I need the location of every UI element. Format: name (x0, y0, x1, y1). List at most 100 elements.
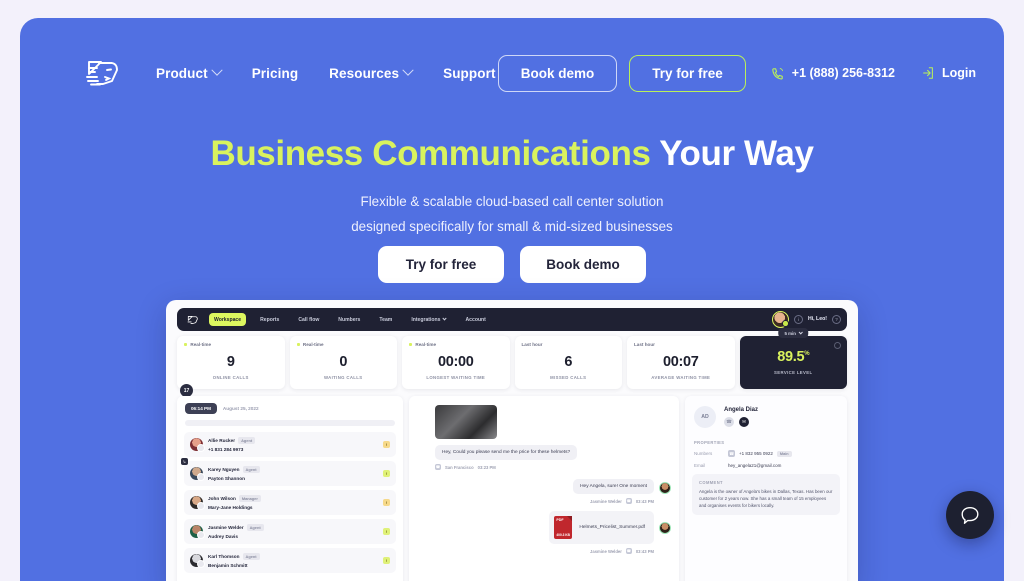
avatar (659, 521, 671, 534)
dashboard-tab-reports-label: Reports (260, 316, 280, 323)
contact-details-name: Angela Diaz (724, 407, 759, 413)
nav-item-resources[interactable]: Resources (329, 64, 414, 81)
status-badge[interactable]: ! (383, 528, 390, 535)
stat-value: 0 (339, 354, 348, 370)
chat-message-outgoing: Hey Angela, sure! One moment (573, 479, 654, 494)
page-title: Business Communications Your Way (20, 134, 1004, 174)
stat-tag-label: Real-time (302, 342, 324, 347)
dashboard-tab-workspace[interactable]: Workspace (209, 313, 247, 326)
dashboard-tab-integrations[interactable]: Integrations (406, 313, 451, 326)
service-level-value: 89.5% (747, 349, 841, 365)
property-key: Numbers (694, 451, 713, 456)
dashboard-tab-team[interactable]: Team (374, 313, 397, 326)
nav-try-for-free-button[interactable]: Try for free (629, 54, 746, 92)
properties-title: PROPERTIES (694, 440, 725, 445)
avatar[interactable] (771, 310, 789, 328)
wolf-head-logo-icon (187, 315, 198, 324)
hero-subtitle-line2: designed specifically for small & mid-si… (351, 218, 673, 234)
phone-number-text: +1 (888) 256-8312 (791, 66, 895, 80)
info-icon[interactable]: i (793, 314, 803, 324)
dashboard-logo[interactable] (186, 313, 199, 326)
property-number-tag: Main (776, 450, 792, 457)
dashboard-tab-reports[interactable]: Reports (255, 313, 284, 326)
chat-message-outgoing-meta: Jasmine Welder ☎ 03:43 PM (409, 498, 654, 504)
realtime-dot-icon (409, 342, 413, 347)
chat-file-meta: Jasmine Welder ☎ 03:43 PM (409, 548, 654, 554)
login-button[interactable]: Login (921, 66, 976, 80)
nav-item-support[interactable]: Support (443, 66, 495, 81)
dashboard-tab-call-flow-label: Call flow (298, 316, 320, 323)
wolf-head-logo[interactable] (82, 55, 122, 91)
contact-info: John Wilson Manager Mary-Jane Holdings (208, 495, 383, 510)
help-icon[interactable]: ? (832, 314, 841, 324)
file-type-label: PDF (556, 518, 564, 522)
message-icon[interactable]: ✉ (739, 417, 749, 427)
hero-book-demo-button[interactable]: Book demo (520, 246, 646, 283)
nav-item-pricing-label: Pricing (251, 65, 299, 81)
dashboard-tab-account[interactable]: Account (460, 313, 490, 326)
contact-row[interactable]: Jasmine Welder Agent Audrey Davis ! (184, 519, 396, 544)
stat-card-waiting-calls: Real-time 0 WAITING CALLS (289, 336, 397, 389)
chat-file-row: PDF 400.3 KB Helmets_Pricelist_Summer.pd… (409, 511, 671, 544)
chat-file-author: Jasmine Welder (590, 548, 622, 554)
contact-row[interactable]: Karl Thomson Agent Benjamin Schmitt ! (184, 548, 396, 573)
nav-book-demo-button[interactable]: Book demo (497, 54, 618, 92)
service-level-range-selector[interactable]: 5 min (778, 328, 808, 338)
dashboard-tab-call-flow[interactable]: Call flow (293, 313, 324, 326)
contact-row[interactable]: ↳ Karey Nguyen Agent Payton Shannon ! (181, 458, 396, 486)
contact-name: John Wilson (208, 496, 236, 502)
contacts-panel: 06:14 PM August 25, 2022 Allie Rucker Ag… (177, 396, 403, 581)
phone-number[interactable]: +1 (888) 256-8312 (770, 66, 895, 81)
contact-role-badge: Agent (242, 466, 260, 474)
file-size-label: 400.3 KB (556, 533, 570, 537)
nav-item-pricing[interactable]: Pricing (252, 66, 298, 81)
contact-info: Karey Nguyen Agent Payton Shannon (208, 466, 383, 481)
service-level-label: SERVICE LEVEL (774, 370, 813, 375)
channel-icon: ☎ (435, 464, 441, 470)
hero-cta-group: Try for free Book demo (20, 246, 1004, 283)
stat-tag: Last hour (522, 342, 616, 347)
chat-message-incoming-meta: ☎ San Francisco 03:23 PM (435, 464, 679, 470)
support-chat-button[interactable] (946, 491, 994, 539)
realtime-dot-icon (184, 342, 188, 347)
hero-try-for-free-button[interactable]: Try for free (378, 246, 504, 283)
stat-tag-label: Real-time (190, 342, 212, 347)
chat-message-incoming: Hey, Could you please send me the price … (435, 445, 578, 460)
top-navigation: Product Pricing Resources Support Book d… (20, 40, 1004, 106)
contact-sub: Audrey Davis (208, 533, 238, 539)
contact-name: Karl Thomson (208, 554, 240, 560)
dashboard-tab-numbers-label: Numbers (338, 316, 361, 323)
chat-incoming-location: San Francisco (445, 464, 474, 470)
chat-file-time: 03:43 PM (635, 548, 654, 554)
nav-item-product[interactable]: Product (156, 64, 223, 81)
file-name: Helmets_Pricelist_Summer.pdf (579, 525, 645, 530)
stat-cards: Real-time 9 ONLINE CALLS 17 Real-time 0 … (177, 328, 847, 397)
chat-image-attachment[interactable] (435, 405, 497, 439)
property-email: Email hey_angela21@gmail.com (694, 463, 838, 468)
gear-icon[interactable] (834, 342, 841, 349)
contact-row[interactable]: John Wilson Manager Mary-Jane Holdings ! (184, 490, 396, 515)
chat-incoming-time: 03:23 PM (477, 464, 496, 470)
status-badge[interactable]: ! (383, 441, 390, 448)
dashboard-user-area: i Hi, Leo! ? (771, 310, 841, 328)
dashboard-tab-team-label: Team (379, 316, 393, 323)
dashboard-tab-numbers[interactable]: Numbers (333, 313, 365, 326)
contact-role-badge: Manager (238, 495, 261, 503)
service-level-unit: % (804, 351, 810, 358)
status-badge[interactable]: ! (383, 557, 390, 564)
search-input[interactable] (185, 420, 395, 426)
dashboard-tab-integrations-label: Integrations (411, 316, 441, 323)
pdf-file-icon: PDF 400.3 KB (554, 516, 573, 539)
phone-icon[interactable]: ☎ (724, 417, 734, 427)
dashboard-topbar: Workspace Reports Call flow Numbers Team… (177, 308, 847, 331)
status-badge[interactable]: ! (383, 499, 390, 506)
contact-role-badge: Agent (238, 437, 256, 445)
stat-value: 6 (564, 354, 573, 370)
property-numbers: Numbers ☎ +1 832 955 0922 Main (694, 450, 838, 457)
stat-tag-label: Last hour (521, 342, 543, 347)
stat-tag: Real-time (296, 342, 391, 347)
contact-row[interactable]: Allie Rucker Agent +1 831 284 9973 ! (184, 432, 396, 457)
file-attachment[interactable]: PDF 400.3 KB Helmets_Pricelist_Summer.pd… (549, 511, 654, 544)
contact-role-badge: Agent (246, 524, 264, 532)
status-badge[interactable]: ! (383, 470, 390, 477)
